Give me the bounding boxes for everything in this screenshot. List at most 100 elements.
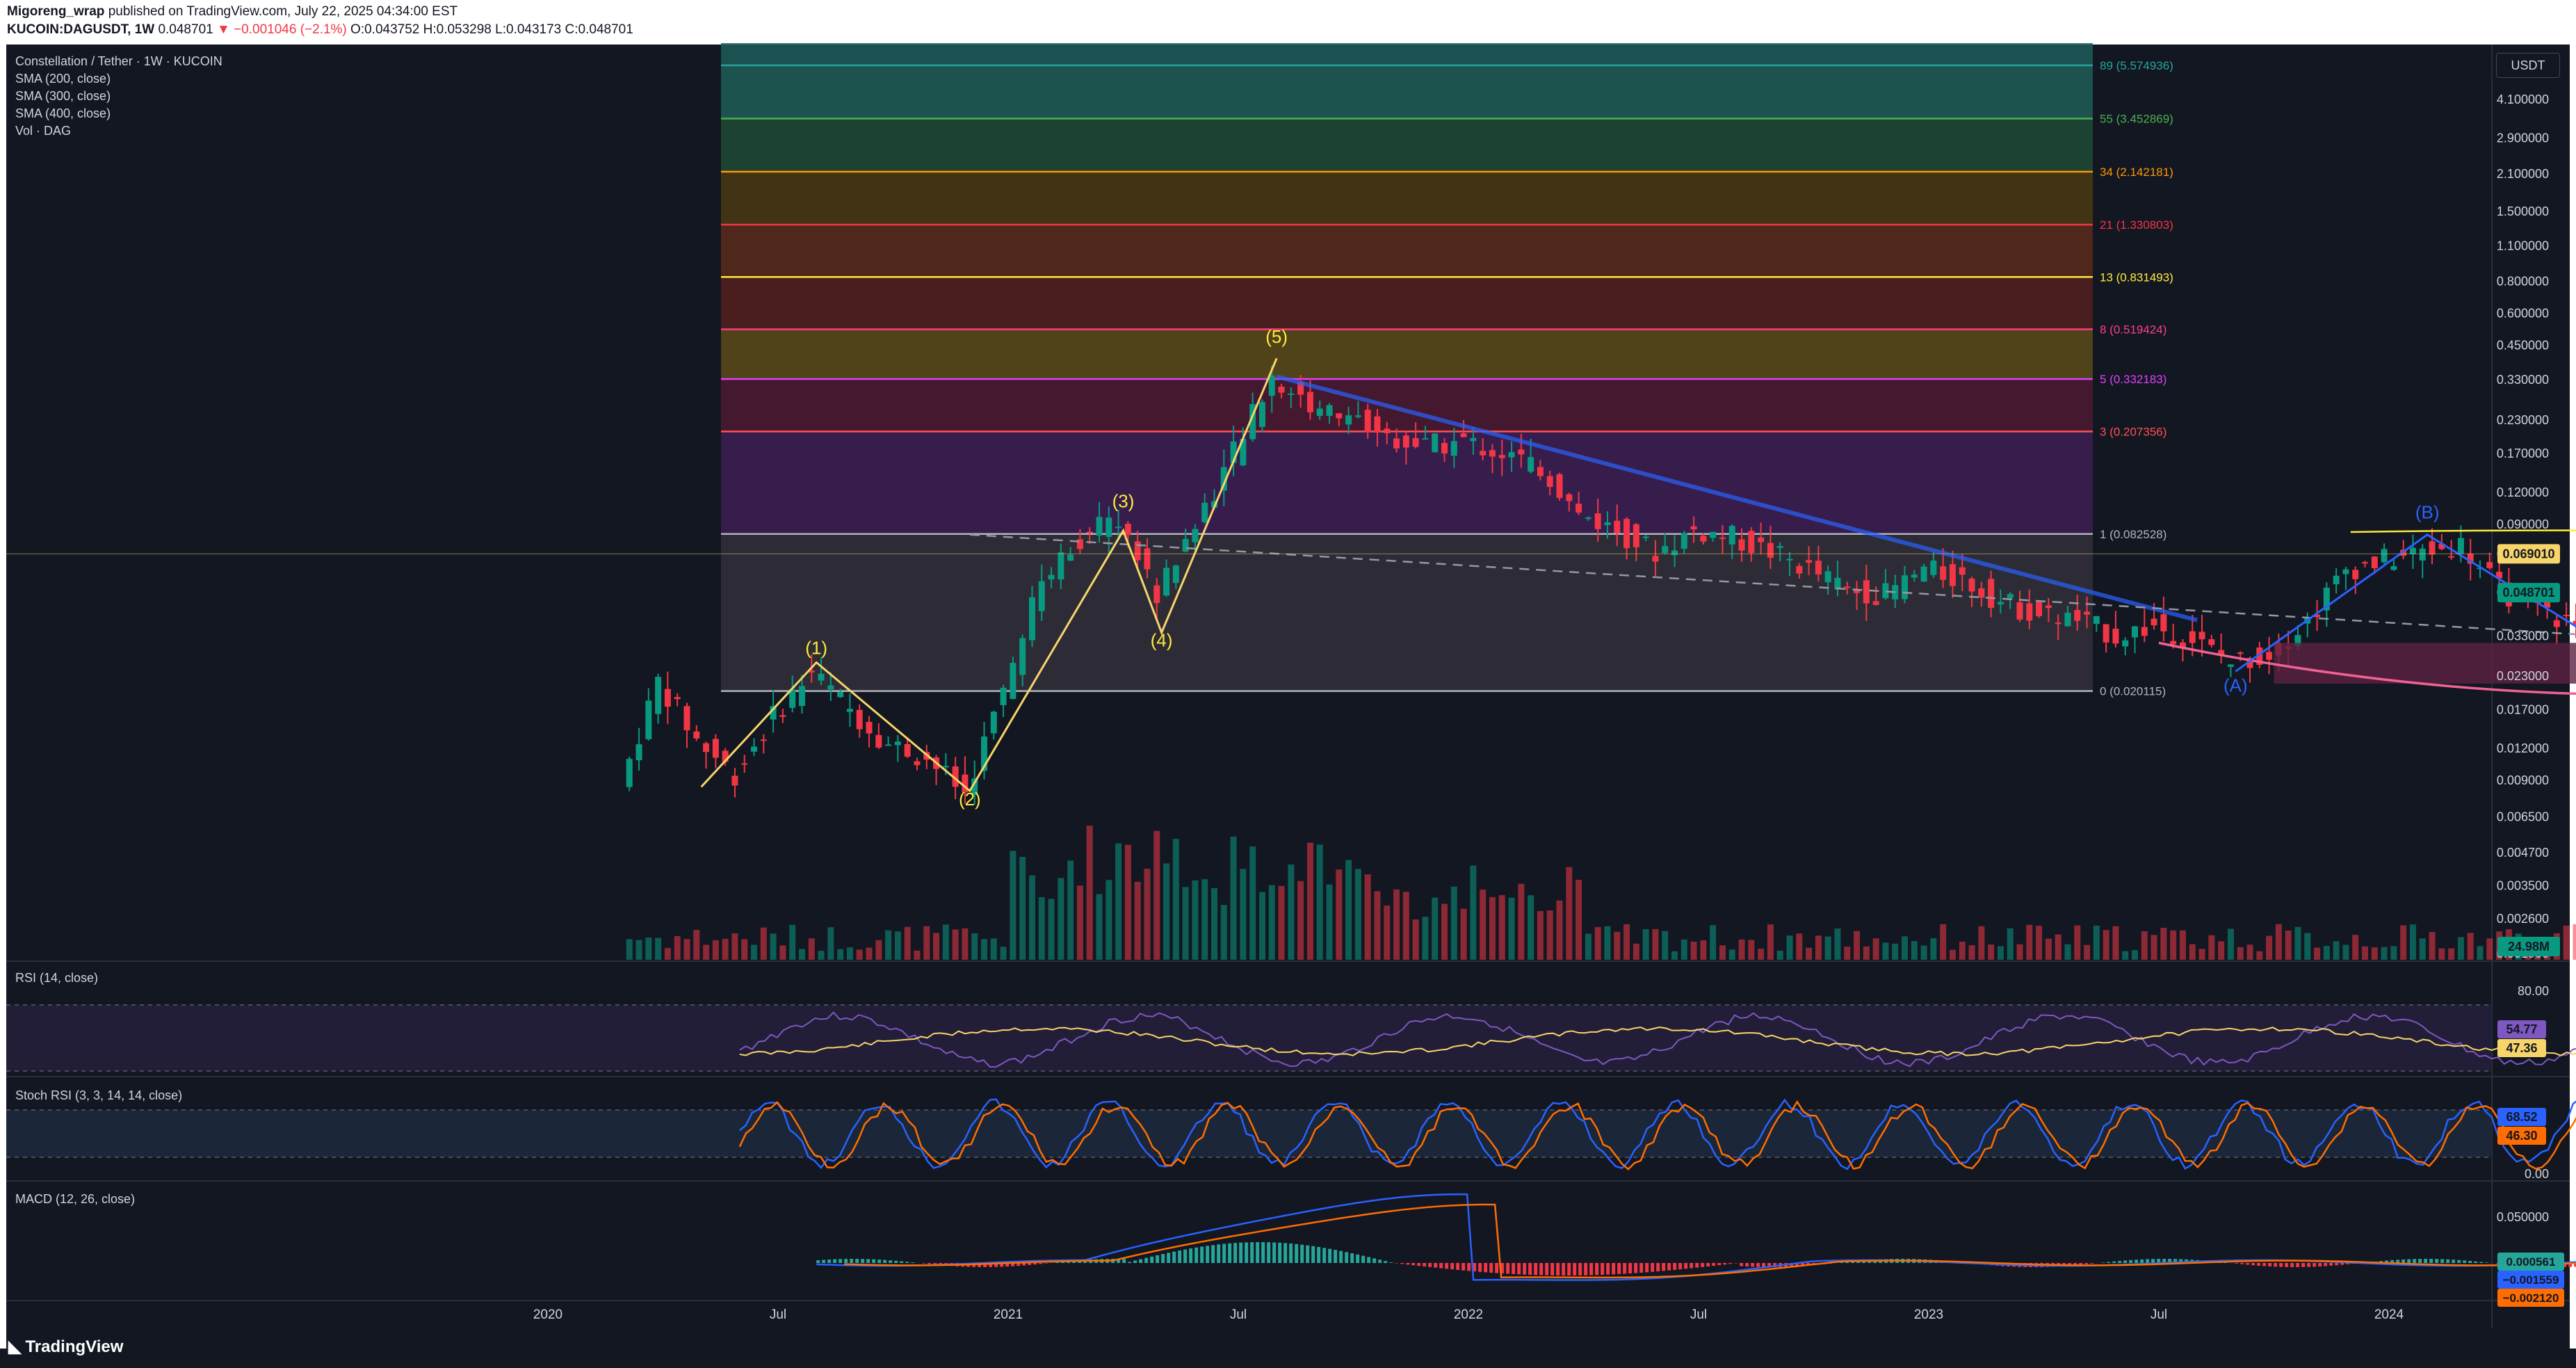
candle <box>2103 624 2109 643</box>
candle <box>1786 558 1793 561</box>
candle <box>2457 538 2464 554</box>
volume-bar <box>1144 869 1151 960</box>
candle <box>1470 437 1477 442</box>
macd-histogram-bar <box>2324 1263 2328 1266</box>
volume-bar <box>741 939 748 960</box>
volume-bar <box>1240 869 1247 960</box>
rsi-band <box>6 1005 2492 1071</box>
macd-histogram-bar <box>2290 1263 2294 1267</box>
legend-sma-200[interactable]: SMA (200, close) <box>15 72 111 86</box>
macd-histogram-bar <box>1550 1263 1555 1276</box>
macd-histogram-bar <box>1339 1250 1343 1263</box>
macd-histogram-bar <box>1684 1263 1688 1269</box>
macd-histogram-bar <box>1740 1263 1744 1266</box>
macd-histogram-bar <box>1450 1263 1455 1270</box>
volume-bar <box>1959 942 1966 960</box>
candle <box>1086 531 1093 533</box>
volume-bar <box>2055 934 2061 960</box>
macd-histogram-bar <box>1678 1263 1683 1270</box>
macd-histogram-bar <box>1378 1260 1382 1263</box>
macd-histogram-bar <box>1456 1263 1460 1270</box>
macd-histogram-bar <box>1334 1250 1338 1263</box>
volume-bar <box>2074 925 2081 960</box>
fib-label: 5 (0.332183) <box>2100 373 2166 386</box>
chart-title[interactable]: Constellation / Tether · 1W · KUCOIN <box>15 54 222 69</box>
chart-canvas[interactable]: 89 (5.574936) 55 (3.452869) 34 (2.142181) 2… <box>0 0 2576 1368</box>
volume-bar <box>1153 830 1160 960</box>
macd-histogram-bar <box>1317 1246 1321 1263</box>
candle <box>2160 614 2167 631</box>
volume-bar <box>1134 881 1141 960</box>
price-tick: 0.170000 <box>2497 446 2549 460</box>
macd-histogram-bar <box>1395 1263 1399 1264</box>
macd-histogram-bar <box>1467 1263 1471 1271</box>
macd-histogram-bar <box>2474 1261 2478 1263</box>
volume-bar <box>2132 950 2139 960</box>
macd-histogram-bar <box>1634 1263 1638 1273</box>
macd-histogram-bar <box>1356 1254 1360 1263</box>
stoch-rsi-title[interactable]: Stoch RSI (3, 3, 14, 14, close) <box>15 1088 182 1103</box>
candle <box>904 743 911 757</box>
rsi-title[interactable]: RSI (14, close) <box>15 971 98 985</box>
volume-bar <box>2198 949 2205 960</box>
macd-histogram-bar <box>1628 1263 1633 1274</box>
legend-sma-400[interactable]: SMA (400, close) <box>15 106 111 121</box>
macd-histogram-bar <box>2429 1259 2433 1263</box>
wave-label: (5) <box>1265 326 1288 347</box>
fib-band <box>721 379 2093 432</box>
macd-histogram-bar <box>1645 1263 1649 1273</box>
candle <box>2409 547 2416 554</box>
price-tick: 0.090000 <box>2497 517 2549 531</box>
macd-histogram-bar <box>1756 1263 1760 1267</box>
macd-histogram-bar <box>1706 1263 1710 1266</box>
macd-histogram-bar <box>1662 1263 1666 1271</box>
macd-histogram-bar <box>1178 1250 1182 1263</box>
macd-histogram-bar <box>2485 1262 2489 1263</box>
candle <box>1278 387 1285 393</box>
price-tick: 0.017000 <box>2497 702 2549 716</box>
volume-bar <box>1968 945 1975 960</box>
footer-bar <box>0 1349 2576 1368</box>
volume-bar <box>1172 839 1179 960</box>
fib-band-0-1 <box>721 533 2093 691</box>
candle <box>1680 533 1687 549</box>
candle <box>2208 639 2215 645</box>
volume-bar <box>1700 940 1707 960</box>
legend-volume[interactable]: Vol · DAG <box>15 124 71 138</box>
macd-histogram-bar <box>2435 1259 2439 1263</box>
macd-histogram-bar <box>1361 1255 1366 1263</box>
wave-label: (3) <box>1112 490 1135 511</box>
volume-bar <box>2409 924 2416 960</box>
price-tick: 4.100000 <box>2497 92 2549 106</box>
volume-bar <box>1920 945 1927 960</box>
macd-histogram-bar <box>1233 1243 1238 1263</box>
candle <box>2141 627 2148 636</box>
candle <box>1988 579 1995 609</box>
volume-bar <box>2429 932 2436 960</box>
macd-badge-label: −0.002120 <box>2503 1291 2559 1305</box>
candle <box>1316 408 1323 417</box>
tradingview-logo[interactable]: ◣ TradingView <box>8 1337 123 1357</box>
macd-histogram-bar <box>1189 1248 1193 1263</box>
macd-title[interactable]: MACD (12, 26, close) <box>15 1192 135 1207</box>
price-badge-label: 0.069010 <box>2502 547 2554 561</box>
volume-bar <box>2275 924 2282 960</box>
candle <box>2150 618 2157 626</box>
currency-button[interactable]: USDT <box>2496 53 2560 78</box>
candle <box>2448 556 2455 558</box>
legend-sma-300[interactable]: SMA (300, close) <box>15 89 111 104</box>
volume-bar <box>1432 897 1439 960</box>
volume-bar <box>1316 844 1323 960</box>
candle <box>1201 502 1208 522</box>
volume-bar <box>1528 895 1534 960</box>
macd-histogram-bar <box>2296 1263 2300 1267</box>
candle <box>1633 524 1639 547</box>
candle <box>2237 652 2244 654</box>
macd-histogram-bar <box>2318 1263 2322 1266</box>
candle <box>693 731 700 739</box>
macd-histogram-bar <box>2335 1263 2339 1266</box>
candle <box>1489 450 1496 457</box>
macd-histogram-bar <box>1144 1257 1149 1263</box>
macd-histogram-bar <box>2235 1263 2239 1264</box>
candle <box>1719 537 1726 539</box>
